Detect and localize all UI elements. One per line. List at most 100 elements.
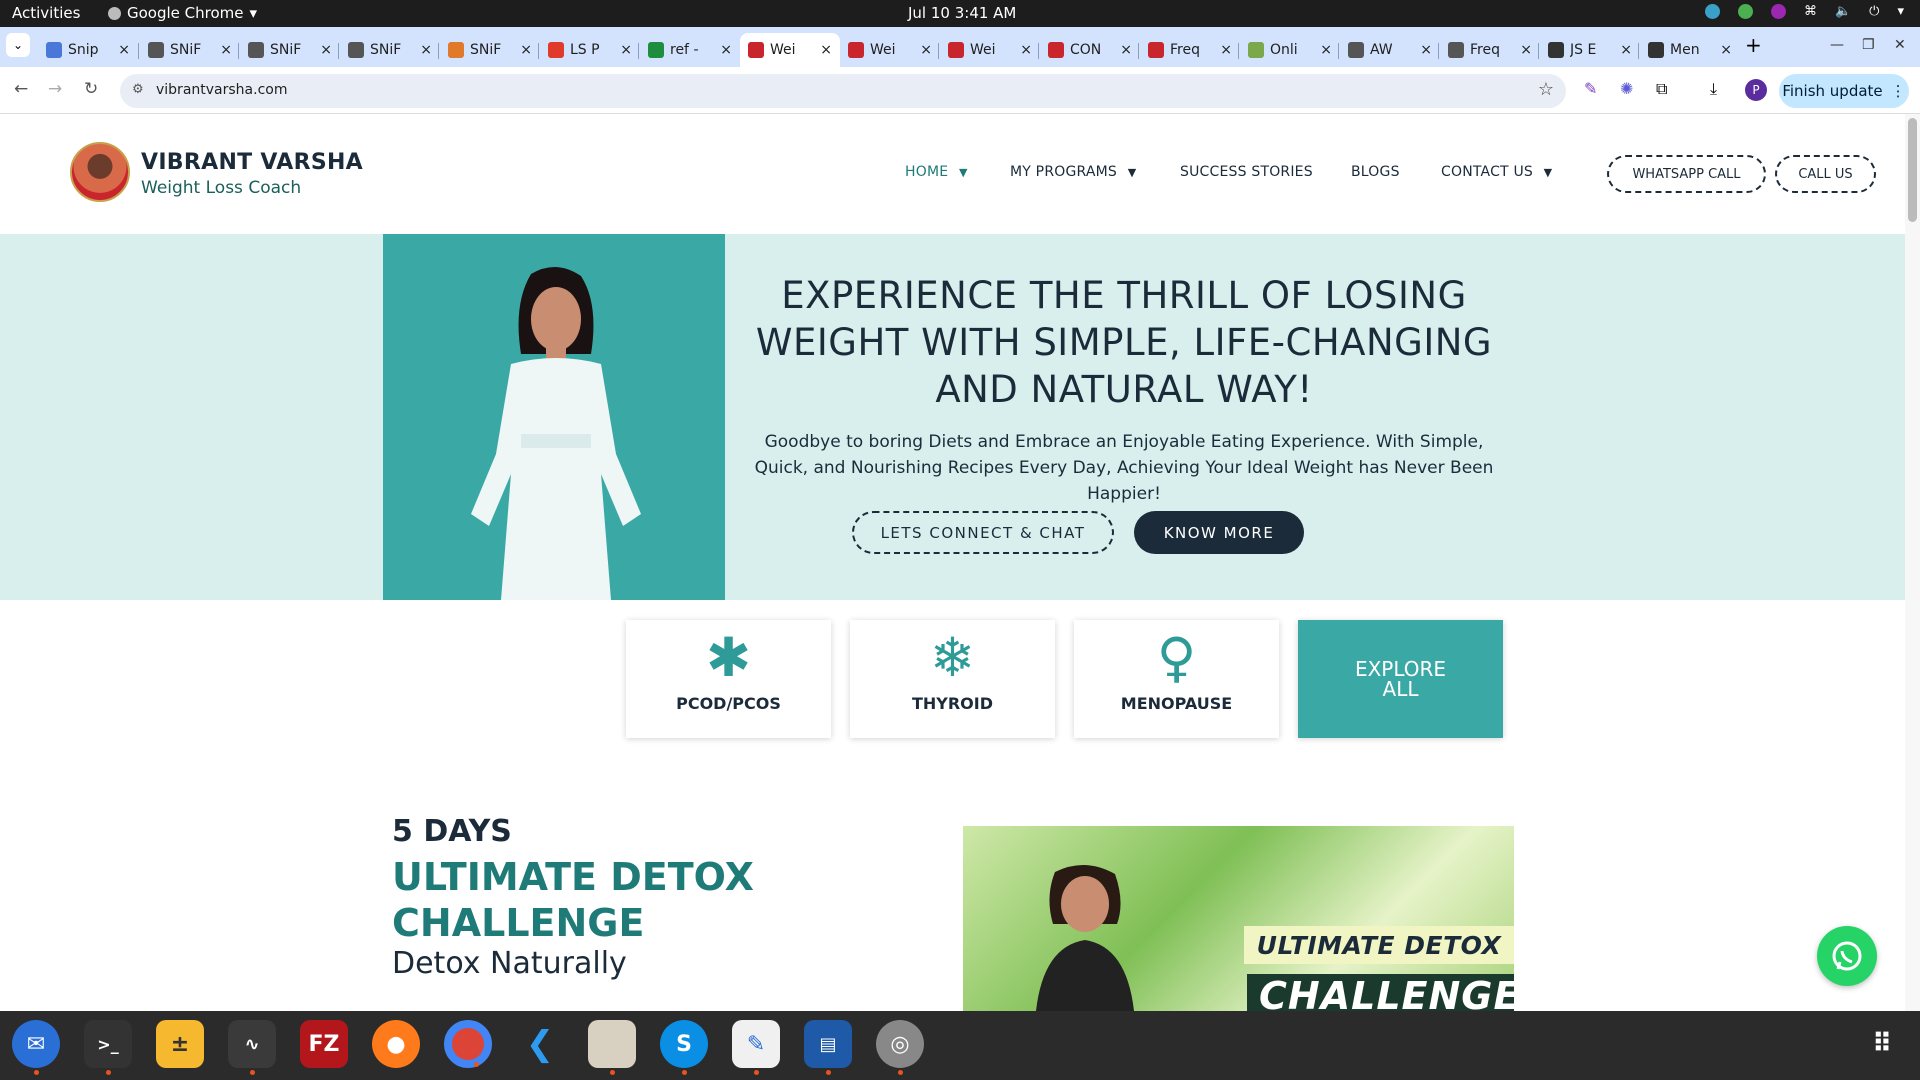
site-brand[interactable]: VIBRANT VARSHA [141, 150, 363, 175]
tab-favicon-icon [1548, 42, 1564, 58]
nav-item-label: CONTACT US [1441, 164, 1533, 180]
tab-favicon-icon [1348, 42, 1364, 58]
files-icon[interactable] [588, 1020, 636, 1075]
vscode-icon[interactable]: ❮ [516, 1020, 564, 1068]
tab-search-button[interactable]: ⌄ [6, 33, 30, 57]
browser-tab[interactable]: Onli × [1240, 33, 1340, 67]
browser-tab[interactable]: Snip × [38, 33, 138, 67]
gear-extension-icon[interactable]: ✺ [1620, 79, 1633, 98]
writer-icon[interactable]: ▤ [804, 1020, 852, 1075]
back-icon[interactable]: ← [14, 79, 28, 99]
logo-avatar[interactable] [70, 142, 130, 202]
firefox-icon[interactable]: ● [372, 1020, 420, 1068]
reload-icon[interactable]: ↻ [84, 79, 98, 99]
browser-tab[interactable]: AW × [1340, 33, 1440, 67]
close-tab-icon[interactable]: × [1520, 42, 1532, 58]
text-editor-icon[interactable]: ✎ [732, 1020, 780, 1075]
browser-tab[interactable]: SNiF × [240, 33, 340, 67]
hero-section: EXPERIENCE THE THRILL OF LOSING WEIGHT W… [0, 234, 1905, 600]
page-scrollbar[interactable] [1905, 114, 1920, 1011]
close-tab-icon[interactable]: × [118, 42, 130, 58]
finish-update-button[interactable]: Finish update ⋮ [1779, 74, 1909, 108]
close-tab-icon[interactable]: × [1020, 42, 1032, 58]
download-icon[interactable]: ⤓ [1710, 79, 1717, 99]
pen-extension-icon[interactable]: ✎ [1584, 79, 1597, 98]
close-tab-icon[interactable]: × [1420, 42, 1432, 58]
explore-all-button[interactable]: EXPLORE ALL [1298, 620, 1503, 738]
system-monitor-icon[interactable]: ∿ [228, 1020, 276, 1075]
program-card-menopause[interactable]: ♀ MENOPAUSE [1074, 620, 1279, 738]
browser-tab[interactable]: SNiF × [140, 33, 240, 67]
call-us-button[interactable]: CALL US [1775, 155, 1876, 193]
browser-tab[interactable]: Freq × [1140, 33, 1240, 67]
browser-tab[interactable]: Wei × [740, 33, 840, 67]
close-tab-icon[interactable]: × [320, 42, 332, 58]
chrome-icon[interactable] [444, 1020, 492, 1068]
close-tab-icon[interactable]: × [1620, 42, 1632, 58]
calculator-icon[interactable]: ± [156, 1020, 204, 1068]
close-tab-icon[interactable]: × [1120, 42, 1132, 58]
browser-tab[interactable]: Wei × [840, 33, 940, 67]
forward-icon[interactable]: → [48, 79, 62, 99]
remote-desktop-icon [1704, 4, 1720, 19]
connect-chat-button[interactable]: LETS CONNECT & CHAT [852, 511, 1114, 554]
whatsapp-float-button[interactable] [1817, 926, 1877, 986]
close-tab-icon[interactable]: × [220, 42, 232, 58]
browser-tab[interactable]: Wei × [940, 33, 1040, 67]
close-tab-icon[interactable]: × [920, 42, 932, 58]
browser-tab[interactable]: SNiF × [340, 33, 440, 67]
profile-avatar[interactable]: P [1745, 79, 1767, 101]
tab-strip: ⌄ Snip × SNiF × SNiF × SNiF × SNiF × LS P × ref - × We… [0, 27, 1920, 67]
nav-item-contact-us[interactable]: CONTACT US ▼ [1441, 164, 1552, 180]
activities-button[interactable]: Activities [12, 4, 80, 22]
filezilla-icon[interactable]: FZ [300, 1020, 348, 1068]
terminal-icon[interactable]: >_ [84, 1020, 132, 1075]
browser-tab[interactable]: SNiF × [440, 33, 540, 67]
skype-icon[interactable]: S [660, 1020, 708, 1075]
close-tab-icon[interactable]: × [620, 42, 632, 58]
app-menu[interactable]: Google Chrome ▾ [108, 4, 257, 22]
restore-icon[interactable]: ❐ [1862, 37, 1875, 53]
thunderbird-icon[interactable]: ✉ [12, 1020, 60, 1075]
address-bar[interactable]: ⚙ vibrantvarsha.com ☆ [120, 74, 1566, 108]
browser-tab[interactable]: Men × [1640, 33, 1740, 67]
nav-item-home[interactable]: HOME ▼ [905, 164, 968, 180]
browser-tab[interactable]: CON × [1040, 33, 1140, 67]
detox-banner-image[interactable]: ULTIMATE DETOX CHALLENGE [963, 826, 1514, 1011]
nav-item-blogs[interactable]: BLOGS [1351, 164, 1400, 180]
site-info-icon[interactable]: ⚙ [132, 82, 144, 97]
disk-icon[interactable]: ◎ [876, 1020, 924, 1075]
close-tab-icon[interactable]: × [720, 42, 732, 58]
browser-tab[interactable]: JS E × [1540, 33, 1640, 67]
close-window-icon[interactable]: ✕ [1894, 37, 1906, 53]
site-tagline: Weight Loss Coach [141, 178, 302, 198]
system-tray[interactable]: ⌘ 🔈 ⏻ ▾ [1704, 4, 1904, 19]
program-card-thyroid[interactable]: ❄ THYROID [850, 620, 1055, 738]
app-grid-icon[interactable]: ⠿ [1858, 1020, 1906, 1068]
close-tab-icon[interactable]: × [820, 42, 832, 58]
url-text[interactable]: vibrantvarsha.com [156, 82, 287, 98]
close-tab-icon[interactable]: × [520, 42, 532, 58]
new-tab-button[interactable]: + [1745, 33, 1762, 57]
more-vert-icon: ⋮ [1890, 82, 1906, 100]
whatsapp-call-button[interactable]: WHATSAPP CALL [1607, 155, 1766, 193]
clock[interactable]: Jul 10 3:41 AM [908, 4, 1016, 22]
minimize-icon[interactable]: — [1830, 37, 1844, 53]
scrollbar-thumb[interactable] [1908, 118, 1917, 222]
program-card-pcod[interactable]: ✱ PCOD/PCOS [626, 620, 831, 738]
close-tab-icon[interactable]: × [420, 42, 432, 58]
browser-tab[interactable]: ref - × [640, 33, 740, 67]
browser-tab[interactable]: Freq × [1440, 33, 1540, 67]
know-more-button[interactable]: KNOW MORE [1134, 511, 1304, 554]
close-tab-icon[interactable]: × [1720, 42, 1732, 58]
bookmark-star-icon[interactable]: ☆ [1538, 79, 1554, 100]
close-tab-icon[interactable]: × [1320, 42, 1332, 58]
browser-tab[interactable]: LS P × [540, 33, 640, 67]
nav-item-my-programs[interactable]: MY PROGRAMS ▼ [1010, 164, 1136, 180]
tab-title: SNiF [270, 42, 302, 58]
puzzle-extensions-icon[interactable]: ⧉ [1656, 79, 1667, 99]
close-tab-icon[interactable]: × [1220, 42, 1232, 58]
taskbar-dock: ✉ >_ ± ∿ FZ ● ❮ S ✎ ▤ ◎ ⠿ [0, 1011, 1920, 1080]
program-label: MENOPAUSE [1120, 694, 1233, 713]
nav-item-success-stories[interactable]: SUCCESS STORIES [1180, 164, 1313, 180]
